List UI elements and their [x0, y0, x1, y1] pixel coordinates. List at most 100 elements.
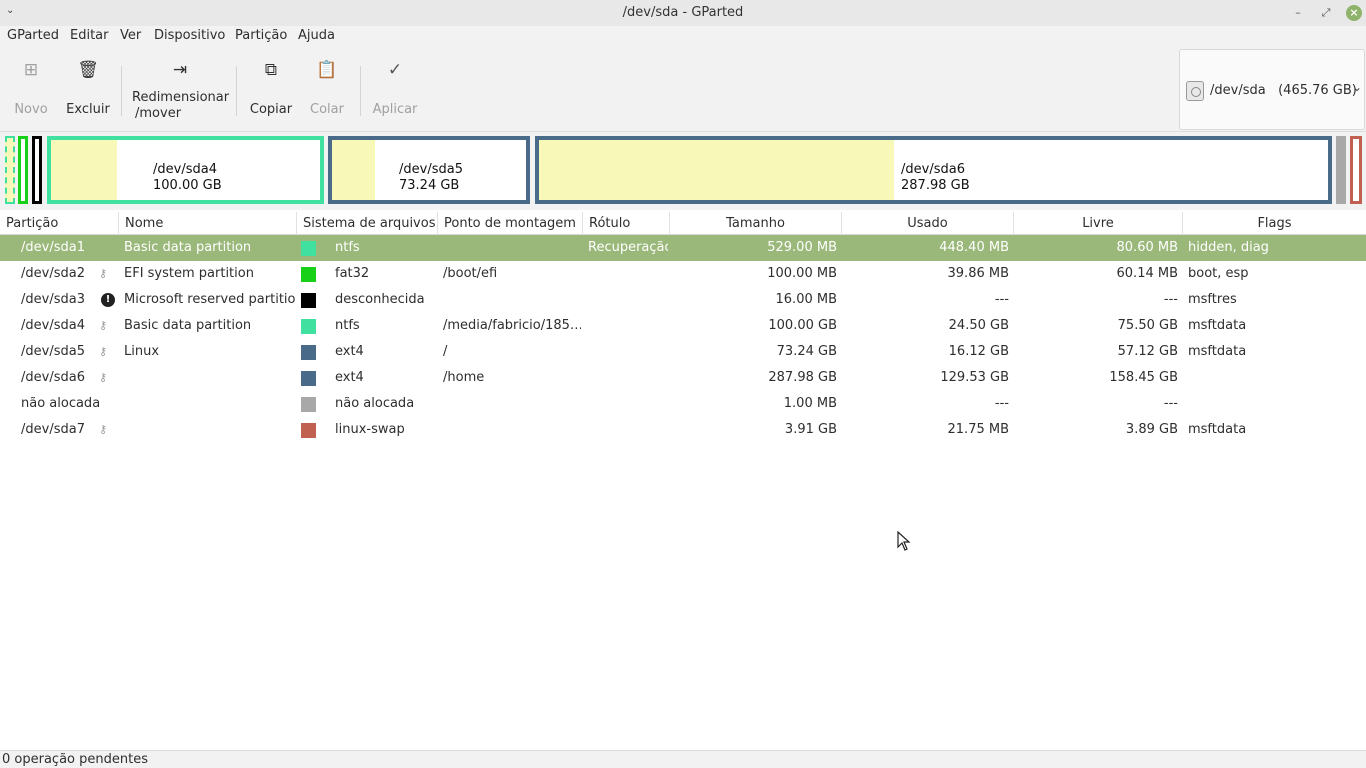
cell-mount: /media/fabricio/185… [443, 318, 581, 333]
title-bar: ⌄ /dev/sda - GParted – ⤢ × [0, 0, 1366, 26]
cell-size: 529.00 MB [767, 240, 837, 255]
window-title: /dev/sda - GParted [622, 5, 744, 20]
cell-free: 158.45 GB [1109, 370, 1178, 385]
column-header-flags[interactable]: Flags [1183, 212, 1366, 235]
key-icon: ⚷ [99, 319, 108, 332]
cell-mount [443, 235, 581, 261]
partition-block-sda7[interactable] [1350, 136, 1362, 204]
new-button[interactable]: ⊞ Novo [12, 58, 50, 117]
cell-used: 448.40 MB [939, 240, 1009, 255]
cell-used: 24.50 GB [948, 318, 1009, 333]
disk-map: /dev/sda4 100.00 GB /dev/sda5 73.24 GB /de… [0, 132, 1366, 210]
partition-block-sda5[interactable]: /dev/sda5 73.24 GB [328, 136, 530, 204]
cell-flags: hidden, diag [1188, 240, 1269, 255]
trash-icon: 🗑 [77, 60, 99, 80]
partition-block-sda1[interactable] [5, 136, 15, 204]
column-header-sistema[interactable]: Sistema de arquivos [297, 212, 438, 235]
cell-used: 39.86 MB [947, 266, 1009, 281]
cell-name [124, 365, 296, 391]
paste-icon: 📋 [316, 60, 338, 80]
cell-mount: / [443, 344, 448, 359]
column-header-nome[interactable]: Nome [119, 212, 297, 235]
cell-fs: desconhecida [335, 292, 425, 307]
partition-block-sda4[interactable]: /dev/sda4 100.00 GB [47, 136, 324, 204]
minimize-icon[interactable]: – [1290, 5, 1306, 21]
cell-flags [1188, 365, 1363, 391]
cell-partition: não alocada [21, 396, 99, 411]
delete-button[interactable]: 🗑 Excluir [64, 58, 112, 117]
filesystem-color-swatch [301, 267, 316, 282]
table-row[interactable]: não alocada não alocada 1.00 MB --- --- [0, 391, 1366, 417]
column-header-rotulo[interactable]: Rótulo [583, 212, 670, 235]
partition-block-size: 73.24 GB [399, 178, 460, 193]
copy-button[interactable]: ⧉ Copiar [248, 58, 294, 117]
menu-editar[interactable]: Editar [70, 28, 109, 43]
partition-block-sda6[interactable]: /dev/sda6 287.98 GB [535, 136, 1332, 204]
partition-block-sda3[interactable] [32, 136, 42, 204]
column-header-particao[interactable]: Partição [0, 212, 119, 235]
column-header-tamanho[interactable]: Tamanho [670, 212, 842, 235]
filesystem-color-swatch [301, 423, 316, 438]
cell-partition: /dev/sda7 [21, 422, 85, 437]
table-row[interactable]: /dev/sda6 ext4/home 287.98 GB 129.53 GB 158.… [0, 365, 1366, 391]
toolbar-separator [236, 66, 237, 116]
partition-block-size: 100.00 GB [153, 178, 222, 193]
table-row[interactable]: /dev/sda7 linux-swap 3.91 GB 21.75 MB 3.89 G… [0, 417, 1366, 443]
cell-size: 100.00 MB [767, 266, 837, 281]
cell-free: 80.60 MB [1116, 240, 1178, 255]
paste-button[interactable]: 📋 Colar [307, 58, 347, 117]
cell-partition: /dev/sda2 [21, 266, 85, 281]
unallocated-block[interactable] [1336, 136, 1346, 204]
table-row[interactable]: /dev/sda5 Linux ext4 / 73.24 GB 16.12 GB 57.12… [0, 339, 1366, 365]
cell-label [588, 261, 668, 287]
cell-name: Linux [124, 344, 160, 359]
used-space-bar [539, 140, 894, 200]
device-selector[interactable]: /dev/sda (465.76 GB) ⌄ [1179, 49, 1365, 130]
used-space-bar [332, 140, 375, 200]
menu-particao[interactable]: Partição [235, 28, 287, 43]
menu-bar: GParted Editar Ver Dispositivo Partição … [0, 26, 1366, 48]
cell-name [124, 391, 296, 417]
filesystem-color-swatch [301, 293, 316, 308]
menu-gparted[interactable]: GParted [7, 28, 59, 43]
resize-move-button[interactable]: ⇥ Redimensionar /mover [132, 58, 229, 122]
pending-operations-text: 0 operação pendentes [2, 752, 148, 767]
cell-flags: msftdata [1188, 318, 1247, 333]
table-row[interactable]: /dev/sda4 Basic data partition ntfs/media/… [0, 313, 1366, 339]
column-header-montagem[interactable]: Ponto de montagem [438, 212, 583, 235]
cell-used: --- [994, 292, 1009, 307]
new-partition-icon: ⊞ [23, 60, 39, 80]
cell-partition: /dev/sda4 [21, 318, 85, 333]
used-space-bar [51, 140, 117, 200]
partition-block-sda2[interactable] [18, 136, 28, 204]
cell-fs: não alocada [335, 396, 415, 411]
partition-table: Partição Nome Sistema de arquivos Ponto … [0, 212, 1366, 750]
cell-free: 57.12 GB [1117, 344, 1178, 359]
apply-button[interactable]: ✓ Aplicar [371, 58, 419, 117]
column-header-livre[interactable]: Livre [1014, 212, 1183, 235]
cell-used: 16.12 GB [948, 344, 1009, 359]
menu-ver[interactable]: Ver [120, 28, 141, 43]
cell-label [588, 365, 668, 391]
column-header-usado[interactable]: Usado [842, 212, 1014, 235]
cell-fs: ntfs [335, 318, 360, 333]
table-row[interactable]: /dev/sda2 EFI system partition fat32/boot/… [0, 261, 1366, 287]
table-row[interactable]: /dev/sda1 Basic data partition ntfs Recuper… [0, 235, 1366, 261]
menu-dispositivo[interactable]: Dispositivo [154, 28, 225, 43]
cell-label [588, 417, 668, 443]
cell-free: 75.50 GB [1117, 318, 1178, 333]
toolbar-separator [121, 66, 122, 116]
cell-flags: msftdata [1188, 422, 1247, 437]
key-icon: ⚷ [99, 423, 108, 436]
menu-ajuda[interactable]: Ajuda [298, 28, 335, 43]
table-header: Partição Nome Sistema de arquivos Ponto … [0, 212, 1366, 235]
cell-used: --- [994, 396, 1009, 411]
cell-free: 60.14 MB [1116, 266, 1178, 281]
close-icon[interactable]: × [1346, 5, 1362, 21]
cell-size: 100.00 GB [768, 318, 837, 333]
cell-flags [1188, 391, 1363, 417]
table-row[interactable]: /dev/sda3 Microsoft reserved partition des… [0, 287, 1366, 313]
filesystem-color-swatch [301, 397, 316, 412]
hard-disk-icon [1186, 81, 1204, 101]
restore-icon[interactable]: ⤢ [1318, 5, 1334, 21]
